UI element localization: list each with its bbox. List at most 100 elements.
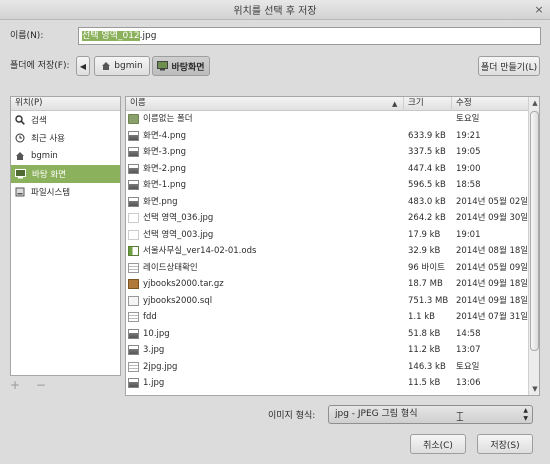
places-add-remove[interactable]: + − (10, 378, 52, 392)
file-size: 596.5 kB (408, 180, 446, 190)
name-label: 이름(N): (10, 31, 44, 41)
file-modified: 2014년 08월 18일 (456, 246, 529, 256)
archive-icon (128, 279, 139, 290)
file-list-header: 이름 ▲ 크기 수정 (126, 97, 528, 111)
file-list: 이름 ▲ 크기 수정 이름없는 폴더 토요일화면-4.png 633.9 kB 19:… (125, 96, 540, 396)
title-bar: 위치를 선택 후 저장 × (0, 0, 550, 20)
file-row[interactable]: 서울사무실_ver14-02-01.ods 32.9 kB 2014년 08월 18… (126, 243, 528, 260)
place-home[interactable]: bgmin (11, 147, 120, 165)
file-row[interactable]: 10.jpg 51.8 kB 14:58 (126, 326, 528, 343)
filename-selected-text: 선택 영역_012 (82, 31, 140, 41)
place-recent[interactable]: 최근 사용 (11, 129, 120, 147)
file-name: yjbooks2000.sql (143, 295, 213, 306)
file-name: 화면-1.png (143, 180, 186, 190)
file-row[interactable]: 레이드상태확인 96 바이트 2014년 05월 09일 (126, 260, 528, 277)
column-modified[interactable]: 수정 (452, 97, 528, 111)
cancel-button[interactable]: 취소(C) (410, 434, 466, 454)
image-blank-icon (128, 213, 139, 224)
file-row[interactable]: 화면-4.png 633.9 kB 19:21 (126, 128, 528, 145)
breadcrumb-back-button[interactable]: ◀ (76, 56, 90, 76)
file-type-label: 이미지 형식: (268, 411, 316, 421)
file-row[interactable]: 1.jpg 11.5 kB 13:06 (126, 375, 528, 392)
image-icon (128, 345, 139, 356)
column-name[interactable]: 이름 (126, 97, 404, 111)
file-size: 1.1 kB (408, 312, 435, 322)
file-row[interactable]: 화면-2.png 447.4 kB 19:00 (126, 161, 528, 178)
file-name-cell: fdd (128, 309, 404, 326)
create-folder-button[interactable]: 폴더 만들기(L) (478, 56, 540, 76)
file-type-select[interactable]: jpg - JPEG 그림 형식 ▲ ▼ (328, 405, 533, 424)
file-size: 264.2 kB (408, 213, 446, 223)
file-name-cell: 3.jpg (128, 342, 404, 359)
file-name-cell: yjbooks2000.tar.gz (128, 276, 404, 293)
file-modified: 19:01 (456, 229, 481, 240)
file-row[interactable]: fdd 1.1 kB 2014년 07월 31일 (126, 309, 528, 326)
file-row[interactable]: 화면.png 483.0 kB 2014년 05월 02일 (126, 194, 528, 211)
close-icon[interactable]: × (532, 3, 546, 17)
breadcrumb-desktop-button[interactable]: 바탕화면 (152, 56, 210, 76)
file-name: 3.jpg (143, 345, 165, 355)
folder-row: 폴더에 저장(F): ◀ bgmin 바탕화면 폴더 만들기(L) (10, 56, 540, 76)
file-modified: 토요일 (456, 114, 480, 124)
file-name-cell: 2jpg.jpg (128, 359, 404, 376)
place-search[interactable]: 검색 (11, 111, 120, 129)
file-row[interactable]: yjbooks2000.sql 751.3 MB 2014년 09월 18일 (126, 293, 528, 310)
file-name: 화면-3.png (143, 147, 186, 157)
place-label: 바탕 화면 (32, 170, 66, 180)
file-list-scrollbar[interactable]: ▲ ▼ (528, 97, 539, 395)
file-modified: 18:58 (456, 180, 481, 190)
file-size: 17.9 kB (408, 229, 441, 240)
file-modified: 13:07 (456, 345, 481, 355)
scroll-down-arrow-icon[interactable]: ▼ (529, 383, 539, 395)
file-row[interactable]: yjbooks2000.tar.gz 18.7 MB 2014년 09월 18일 (126, 276, 528, 293)
file-name: fdd (143, 312, 157, 322)
image-blank-icon (128, 229, 139, 240)
file-row[interactable]: 화면-1.png 596.5 kB 18:58 (126, 177, 528, 194)
file-name-cell: 선택 영역_036.jpg (128, 210, 404, 227)
filename-input[interactable]: 선택 영역_012.jpg (78, 27, 541, 45)
place-desktop[interactable]: 바탕 화면 (11, 165, 120, 183)
file-name: 2jpg.jpg (143, 361, 178, 372)
file-row[interactable]: 2jpg.jpg 146.3 kB 토요일 (126, 359, 528, 376)
image-icon (128, 196, 139, 207)
image-icon (128, 328, 139, 339)
file-modified: 19:00 (456, 163, 481, 174)
file-name-cell: 레이드상태확인 (128, 260, 404, 277)
file-modified: 19:05 (456, 147, 481, 157)
file-row[interactable]: 화면-3.png 337.5 kB 19:05 (126, 144, 528, 161)
file-modified: 13:06 (456, 378, 481, 388)
image-icon (128, 163, 139, 174)
file-size: 146.3 kB (408, 361, 446, 372)
doc-icon (128, 312, 139, 323)
file-name: 선택 영역_003.jpg (143, 229, 214, 240)
window-title: 위치를 선택 후 저장 (233, 6, 317, 17)
place-label: bgmin (31, 151, 58, 161)
file-row[interactable]: 3.jpg 11.2 kB 13:07 (126, 342, 528, 359)
places-header[interactable]: 위치(P) (11, 97, 120, 111)
file-name-cell: 화면-3.png (128, 144, 404, 161)
file-size: 447.4 kB (408, 163, 446, 174)
column-size[interactable]: 크기 (404, 97, 452, 111)
file-name-cell: 1.jpg (128, 375, 404, 392)
scroll-thumb[interactable] (530, 111, 539, 351)
file-size: 751.3 MB (408, 295, 449, 306)
place-filesystem[interactable]: 파일시스템 (11, 183, 120, 201)
filename-extension: .jpg (139, 31, 157, 41)
image-icon (128, 147, 139, 158)
scroll-up-arrow-icon[interactable]: ▲ (529, 97, 539, 109)
left-arrow-icon: ◀ (79, 61, 87, 71)
file-name-cell: 화면-1.png (128, 177, 404, 194)
file-name: 서울사무실_ver14-02-01.ods (143, 246, 257, 256)
file-name: 이름없는 폴더 (143, 114, 193, 124)
file-row[interactable]: 선택 영역_036.jpg 264.2 kB 2014년 09월 30일 (126, 210, 528, 227)
save-button[interactable]: 저장(S) (477, 434, 533, 454)
file-name: 10.jpg (143, 328, 170, 339)
file-row[interactable]: 이름없는 폴더 토요일 (126, 111, 528, 128)
file-name: 화면-2.png (143, 163, 186, 174)
file-type-value: jpg - JPEG 그림 형식 (335, 409, 418, 419)
file-name: 1.jpg (143, 378, 165, 388)
dropdown-arrows-icon: ▲ ▼ (523, 407, 528, 422)
breadcrumb-home-button[interactable]: bgmin (94, 56, 150, 76)
home-icon (16, 152, 24, 160)
file-row[interactable]: 선택 영역_003.jpg 17.9 kB 19:01 (126, 227, 528, 244)
